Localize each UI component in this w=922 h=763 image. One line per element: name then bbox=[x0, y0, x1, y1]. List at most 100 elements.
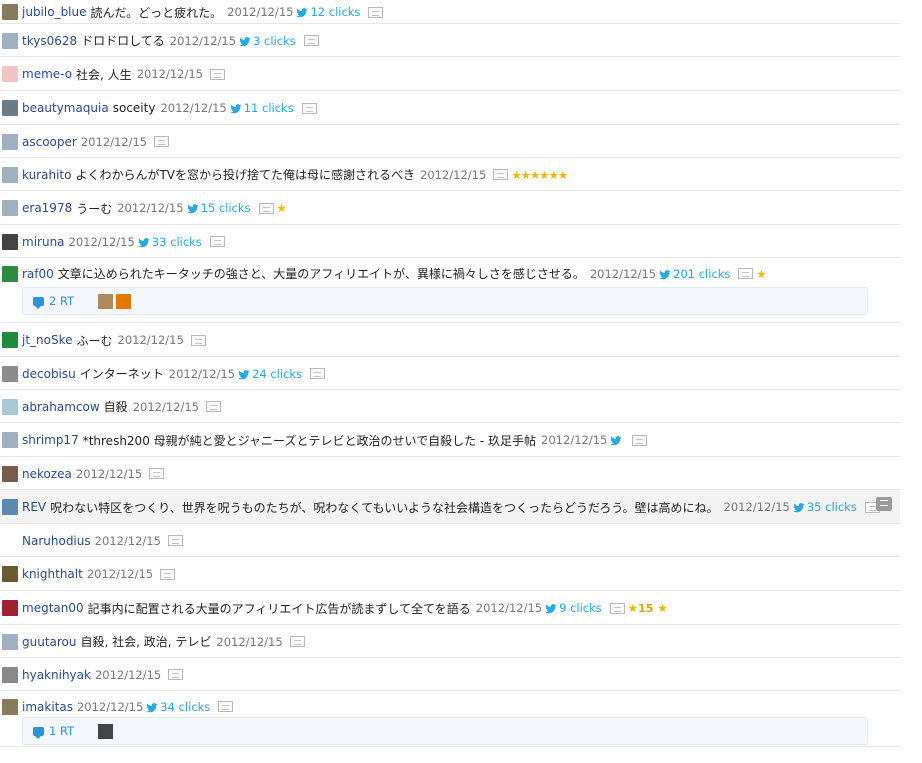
username-link[interactable]: beautymaquia bbox=[22, 101, 109, 115]
add-star-icon[interactable] bbox=[168, 669, 184, 680]
entry-date-link[interactable]: 2012/12/15 bbox=[724, 500, 790, 514]
entry-date-link[interactable]: 2012/12/15 bbox=[76, 467, 142, 481]
entry-date-link[interactable]: 2012/12/15 bbox=[118, 333, 184, 347]
username-link[interactable]: meme-o bbox=[22, 67, 72, 81]
add-star-icon[interactable] bbox=[303, 35, 319, 46]
twitter-clicks-link[interactable]: 35 clicks bbox=[793, 500, 857, 514]
username-link[interactable]: kurahito bbox=[22, 168, 71, 182]
username-link[interactable]: ascooper bbox=[22, 135, 77, 149]
user-avatar[interactable] bbox=[2, 499, 18, 515]
add-star-icon[interactable] bbox=[289, 636, 305, 647]
username-link[interactable]: guutarou bbox=[22, 635, 77, 649]
username-link[interactable]: imakitas bbox=[22, 700, 73, 714]
twitter-clicks-link[interactable]: 3 clicks bbox=[239, 34, 296, 48]
user-avatar[interactable] bbox=[2, 600, 18, 616]
username-link[interactable]: nekozea bbox=[22, 467, 72, 481]
user-avatar[interactable] bbox=[2, 200, 18, 216]
entry-date-link[interactable]: 2012/12/15 bbox=[227, 5, 293, 19]
username-link[interactable]: shrimp17 bbox=[22, 433, 79, 447]
twitter-clicks-link[interactable]: 33 clicks bbox=[138, 235, 202, 249]
star-icon[interactable]: ★ bbox=[657, 601, 667, 615]
entry-date-link[interactable]: 2012/12/15 bbox=[87, 567, 153, 581]
user-avatar[interactable] bbox=[2, 398, 18, 415]
username-link[interactable]: decobisu bbox=[22, 367, 76, 381]
user-avatar[interactable] bbox=[2, 66, 18, 82]
user-avatar[interactable] bbox=[2, 233, 18, 250]
username-link[interactable]: era1978 bbox=[22, 201, 72, 215]
entry-date-link[interactable]: 2012/12/15 bbox=[133, 400, 199, 414]
entry-date-link[interactable]: 2012/12/15 bbox=[95, 534, 161, 548]
twitter-clicks-link[interactable]: 9 clicks bbox=[545, 601, 602, 615]
username-link[interactable]: knighthalt bbox=[22, 567, 83, 581]
user-avatar[interactable] bbox=[2, 465, 18, 482]
entry-date-link[interactable]: 2012/12/15 bbox=[216, 635, 282, 649]
user-avatar[interactable] bbox=[2, 133, 18, 150]
add-star-icon[interactable] bbox=[149, 468, 165, 479]
star-icon[interactable]: ★ bbox=[277, 201, 287, 215]
add-star-icon[interactable] bbox=[209, 236, 225, 247]
add-star-icon[interactable] bbox=[738, 268, 754, 279]
user-avatar[interactable] bbox=[2, 533, 18, 549]
entry-date-link[interactable]: 2012/12/15 bbox=[69, 235, 135, 249]
twitter-clicks-link[interactable]: 24 clicks bbox=[238, 367, 302, 381]
twitter-clicks-link[interactable]: 12 clicks bbox=[296, 5, 360, 19]
entry-date-link[interactable]: 2012/12/15 bbox=[77, 700, 143, 714]
username-link[interactable]: jubilo_blue bbox=[22, 5, 87, 19]
add-star-icon[interactable] bbox=[218, 701, 234, 712]
add-star-icon[interactable] bbox=[154, 136, 170, 147]
entry-date-link[interactable]: 2012/12/15 bbox=[81, 135, 147, 149]
twitter-clicks-link[interactable] bbox=[610, 435, 624, 446]
username-link[interactable]: tkys0628 bbox=[22, 34, 77, 48]
add-star-icon[interactable] bbox=[209, 68, 225, 80]
user-avatar[interactable] bbox=[2, 698, 18, 715]
twitter-clicks-link[interactable]: 15 clicks bbox=[186, 201, 251, 215]
entry-date-link[interactable]: 2012/12/15 bbox=[170, 34, 236, 48]
star-count[interactable]: 15 bbox=[638, 602, 653, 615]
twitter-clicks-link[interactable]: 34 clicks bbox=[146, 700, 210, 714]
add-star-icon[interactable] bbox=[368, 6, 384, 18]
entry-date-link[interactable]: 2012/12/15 bbox=[541, 433, 607, 447]
twitter-clicks-link[interactable]: 11 clicks bbox=[230, 101, 294, 115]
twitter-clicks-link[interactable]: 201 clicks bbox=[659, 267, 730, 281]
add-star-icon[interactable] bbox=[190, 334, 206, 346]
username-link[interactable]: jt_noSke bbox=[22, 333, 73, 347]
add-star-icon[interactable] bbox=[167, 535, 183, 546]
user-avatar[interactable] bbox=[2, 365, 18, 382]
entry-date-link[interactable]: 2012/12/15 bbox=[590, 267, 656, 281]
reply-comment-icon[interactable] bbox=[876, 497, 892, 511]
add-star-icon[interactable] bbox=[301, 102, 317, 114]
entry-date-link[interactable]: 2012/12/15 bbox=[137, 67, 203, 81]
user-avatar[interactable] bbox=[2, 100, 18, 116]
retweet-count-link[interactable]: 2 RT bbox=[33, 294, 95, 309]
user-avatar[interactable] bbox=[2, 566, 18, 582]
entry-date-link[interactable]: 2012/12/15 bbox=[95, 668, 161, 682]
retweeter-avatar[interactable] bbox=[116, 293, 131, 309]
user-avatar[interactable] bbox=[2, 666, 18, 683]
add-star-icon[interactable] bbox=[258, 202, 274, 214]
star-icon[interactable]: ★ bbox=[628, 601, 638, 615]
star-icon[interactable]: ★ bbox=[756, 267, 766, 281]
star-icon[interactable]: ★★★★★★ bbox=[511, 168, 568, 182]
entry-date-link[interactable]: 2012/12/15 bbox=[420, 168, 486, 182]
add-star-icon[interactable] bbox=[493, 169, 509, 180]
user-avatar[interactable] bbox=[2, 265, 18, 282]
entry-date-link[interactable]: 2012/12/15 bbox=[169, 367, 235, 381]
username-link[interactable]: megtan00 bbox=[22, 601, 84, 615]
add-star-icon[interactable] bbox=[632, 434, 648, 446]
entry-date-link[interactable]: 2012/12/15 bbox=[476, 601, 542, 615]
entry-date-link[interactable]: 2012/12/15 bbox=[160, 101, 226, 115]
add-star-icon[interactable] bbox=[160, 568, 176, 580]
user-avatar[interactable] bbox=[2, 166, 18, 183]
retweeter-avatar[interactable] bbox=[98, 293, 113, 309]
user-avatar[interactable] bbox=[2, 332, 18, 348]
user-avatar[interactable] bbox=[2, 432, 18, 448]
username-link[interactable]: raf00 bbox=[22, 267, 54, 281]
add-star-icon[interactable] bbox=[310, 368, 326, 379]
user-avatar[interactable] bbox=[2, 633, 18, 650]
retweet-count-link[interactable]: 1 RT bbox=[33, 724, 95, 739]
username-link[interactable]: abrahamcow bbox=[22, 400, 100, 414]
username-link[interactable]: miruna bbox=[22, 235, 65, 249]
entry-date-link[interactable]: 2012/12/15 bbox=[117, 201, 183, 215]
add-star-icon[interactable] bbox=[609, 602, 625, 614]
username-link[interactable]: Naruhodius bbox=[22, 534, 91, 548]
